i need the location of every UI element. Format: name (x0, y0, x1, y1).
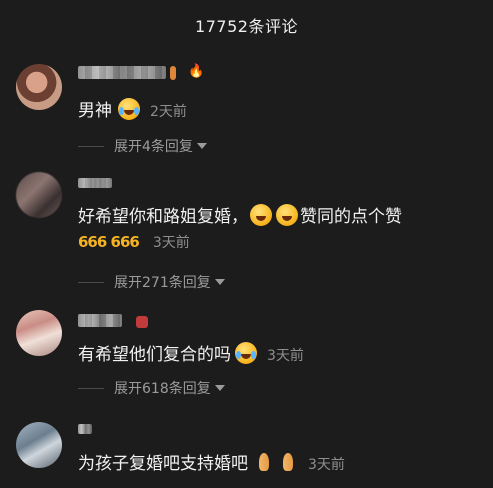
comment-time: 2天前 (150, 104, 187, 120)
laugh-cry-emoji-icon (235, 342, 257, 364)
six-emoji-text: 666 666 (78, 233, 140, 251)
comment-count-title: 17752条评论 (195, 17, 298, 36)
avatar[interactable] (16, 64, 62, 110)
comment-body: 为孩子复婚吧支持婚吧 (78, 454, 248, 474)
avatar[interactable] (16, 172, 62, 218)
divider (78, 145, 104, 147)
avatar[interactable] (16, 310, 62, 356)
divider (78, 387, 104, 389)
username-blurred[interactable] (78, 178, 112, 188)
fire-icon: 🔥 (188, 64, 205, 79)
comment-text: 男神 2天前 (78, 96, 187, 121)
expand-replies-label: 展开618条回复 (114, 381, 211, 397)
username-blurred[interactable] (78, 314, 122, 327)
chevron-down-icon (214, 279, 225, 285)
expand-replies-button[interactable]: 展开4条回复 (78, 136, 207, 156)
comment-time: 3天前 (267, 348, 304, 364)
chevron-down-icon (196, 143, 207, 149)
blush-emoji-icon (250, 204, 272, 226)
chevron-down-icon (214, 385, 225, 391)
expand-replies-button[interactable]: 展开271条回复 (78, 272, 225, 292)
comment-text: 有希望他们复合的吗 3天前 (78, 340, 304, 365)
level-badge-icon (170, 66, 176, 80)
comment-time: 3天前 (152, 235, 190, 251)
pray-emoji-icon (254, 452, 274, 472)
comment-body: 好希望你和路姐复婚， (78, 207, 248, 227)
pray-emoji-icon (278, 452, 298, 472)
comment-body: 有希望他们复合的吗 (78, 345, 231, 365)
comment-text: 好希望你和路姐复婚， 赞同的点个赞 (78, 202, 402, 227)
laugh-cry-emoji-icon (118, 98, 140, 120)
comment-body: 男神 (78, 101, 112, 121)
expand-replies-label: 展开4条回复 (114, 139, 193, 155)
username-blurred[interactable] (78, 424, 92, 434)
username-blurred[interactable] (78, 66, 166, 79)
comment-time: 3天前 (308, 457, 345, 473)
blush-emoji-icon (276, 204, 298, 226)
comment-sixes: 666 666 3天前 (78, 232, 190, 252)
comment-body-end: 赞同的点个赞 (300, 207, 402, 227)
divider (78, 281, 104, 283)
comments-panel: 17752条评论 🔥 男神 2天前 展开4条回复 好希望你和路姐复婚， 赞同的点个赞… (0, 0, 493, 488)
decoration-icon (136, 316, 148, 328)
avatar[interactable] (16, 422, 62, 468)
expand-replies-button[interactable]: 展开618条回复 (78, 378, 225, 398)
comment-text: 为孩子复婚吧支持婚吧 3天前 (78, 449, 345, 474)
expand-replies-label: 展开271条回复 (114, 275, 211, 291)
